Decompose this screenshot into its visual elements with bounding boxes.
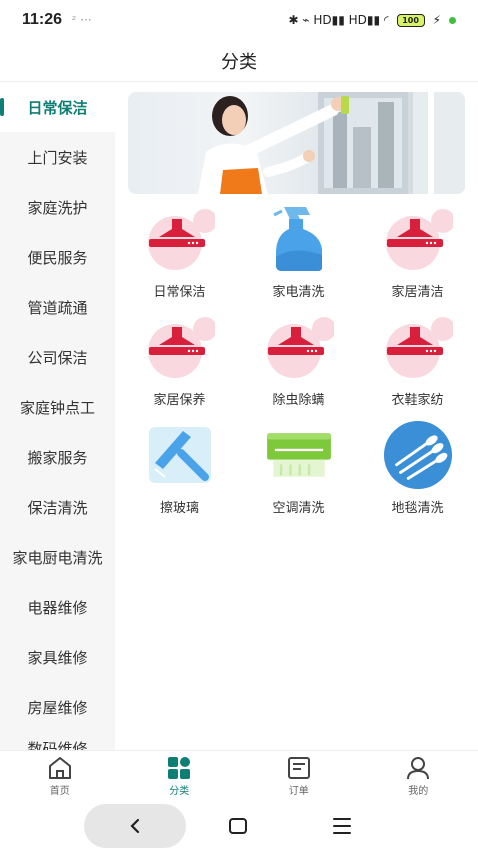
service-home-maintenance[interactable]: 家居保养 <box>120 313 239 421</box>
nav-home[interactable]: 首页 <box>0 751 120 802</box>
service-label: 日常保洁 <box>153 285 206 300</box>
menu-line-icon <box>333 825 351 827</box>
squeegee-icon <box>145 421 215 489</box>
sidebar-item-label: 便民服务 <box>27 248 88 267</box>
sidebar-item-label: 家电厨电清洗 <box>12 548 103 567</box>
system-home-button[interactable] <box>229 818 247 834</box>
range-hood-icon <box>383 205 453 273</box>
privacy-dot-icon <box>449 16 456 24</box>
sidebar-item-house-repair[interactable]: 房屋维修 <box>0 682 115 732</box>
sidebar-item-label: 数码维修 <box>27 740 88 750</box>
service-label: 除虫除螨 <box>272 393 325 408</box>
category-sidebar: 日常保洁 上门安装 家庭洗护 便民服务 管道疏通 公司保洁 家庭钟点工 搬家服务… <box>0 82 115 750</box>
spray-bottle-icon <box>264 205 334 273</box>
service-appliance-cleaning[interactable]: 家电清洗 <box>239 205 358 313</box>
battery-icon: 100 <box>396 13 425 27</box>
service-pest-control[interactable]: 除虫除螨 <box>239 313 358 421</box>
sidebar-item-label: 房屋维修 <box>27 698 88 717</box>
banner-illustration <box>198 92 465 194</box>
sidebar-item-label: 家具维修 <box>27 648 88 667</box>
header: 分类 <box>0 40 478 82</box>
promo-banner[interactable] <box>128 92 465 194</box>
range-hood-icon <box>383 313 453 381</box>
sidebar-item-label: 家庭洗护 <box>27 198 88 217</box>
service-grid: 日常保洁 家电清洗 家居清洁 家居保养 除虫除螨 衣鞋家纺 擦玻璃 空调清洗 地… <box>120 205 478 529</box>
service-label: 空调清洗 <box>272 501 325 516</box>
sidebar-item-cleaning-washing[interactable]: 保洁清洗 <box>0 482 115 532</box>
system-back-button[interactable] <box>84 804 186 848</box>
page-title: 分类 <box>221 51 257 73</box>
nav-orders[interactable]: 订单 <box>239 751 359 802</box>
service-daily-cleaning[interactable]: 日常保洁 <box>120 205 239 313</box>
menu-line-icon <box>333 818 351 820</box>
bottom-navigation: 首页 分类 订单 我的 <box>0 750 478 802</box>
nav-label: 我的 <box>408 786 429 797</box>
sidebar-item-digital-repair[interactable]: 数码维修 <box>0 732 115 750</box>
charging-icon: ⚡ <box>432 13 441 27</box>
air-conditioner-icon <box>264 421 334 489</box>
sidebar-item-label: 日常保洁 <box>27 98 88 117</box>
order-icon <box>287 757 310 779</box>
sidebar-item-label: 公司保洁 <box>27 348 88 367</box>
service-window-cleaning[interactable]: 擦玻璃 <box>120 421 239 529</box>
sidebar-item-label: 保洁清洗 <box>27 498 88 517</box>
user-icon <box>407 757 430 780</box>
status-bar: 11:26 ᶻ ··· ✱ ⌁ HD▮▮ HD▮▮ ◜ 100 ⚡ <box>0 0 478 40</box>
sidebar-item-daily-cleaning[interactable]: 日常保洁 <box>0 82 115 132</box>
service-home-cleaning[interactable]: 家居清洁 <box>358 205 477 313</box>
sidebar-item-office-cleaning[interactable]: 公司保洁 <box>0 332 115 382</box>
status-time: 11:26 <box>22 11 63 28</box>
sidebar-item-pipe-unclogging[interactable]: 管道疏通 <box>0 282 115 332</box>
status-notification-icons: ᶻ ··· <box>72 13 92 27</box>
sidebar-item-label: 管道疏通 <box>27 298 88 317</box>
sidebar-item-installation[interactable]: 上门安装 <box>0 132 115 182</box>
back-arrow-icon <box>130 818 140 834</box>
range-hood-icon <box>145 205 215 273</box>
nav-category[interactable]: 分类 <box>120 751 240 802</box>
service-row: 家居保养 除虫除螨 衣鞋家纺 <box>120 313 478 421</box>
service-label: 地毯清洗 <box>391 501 444 516</box>
system-menu-button[interactable] <box>333 818 351 834</box>
sidebar-item-convenience[interactable]: 便民服务 <box>0 232 115 282</box>
sidebar-item-hourly-worker[interactable]: 家庭钟点工 <box>0 382 115 432</box>
sidebar-item-label: 上门安装 <box>27 148 88 167</box>
menu-line-icon <box>333 832 351 834</box>
sidebar-item-appliance-repair[interactable]: 电器维修 <box>0 582 115 632</box>
service-label: 家居保养 <box>153 393 206 408</box>
signal-icons: ✱ ⌁ HD▮▮ HD▮▮ ◜ <box>288 13 389 27</box>
sidebar-item-label: 电器维修 <box>27 598 88 617</box>
service-ac-cleaning[interactable]: 空调清洗 <box>239 421 358 529</box>
nav-label: 首页 <box>49 786 70 797</box>
nav-label: 订单 <box>288 786 309 797</box>
range-hood-icon <box>264 313 334 381</box>
sidebar-item-label: 家庭钟点工 <box>19 398 95 417</box>
service-label: 衣鞋家纺 <box>391 393 444 408</box>
sidebar-item-appliance-cleaning[interactable]: 家电厨电清洗 <box>0 532 115 582</box>
sidebar-item-home-laundry[interactable]: 家庭洗护 <box>0 182 115 232</box>
service-label: 擦玻璃 <box>159 501 199 516</box>
sidebar-item-label: 搬家服务 <box>27 448 88 467</box>
service-clothing-textiles[interactable]: 衣鞋家纺 <box>358 313 477 421</box>
sidebar-item-furniture-repair[interactable]: 家具维修 <box>0 632 115 682</box>
service-row: 日常保洁 家电清洗 家居清洁 <box>120 205 478 313</box>
nav-label: 分类 <box>169 786 190 797</box>
cotton-swab-icon <box>383 420 453 490</box>
status-indicators: ✱ ⌁ HD▮▮ HD▮▮ ◜ 100 ⚡ <box>288 13 456 27</box>
sidebar-item-moving[interactable]: 搬家服务 <box>0 432 115 482</box>
system-navigation <box>0 802 478 850</box>
service-label: 家电清洗 <box>272 285 325 300</box>
home-icon <box>48 757 71 779</box>
nav-profile[interactable]: 我的 <box>359 751 478 802</box>
service-row: 擦玻璃 空调清洗 地毯清洗 <box>120 420 478 529</box>
category-icon <box>168 757 191 779</box>
service-carpet-cleaning[interactable]: 地毯清洗 <box>358 420 477 529</box>
service-label: 家居清洁 <box>391 285 444 300</box>
range-hood-icon <box>145 313 215 381</box>
